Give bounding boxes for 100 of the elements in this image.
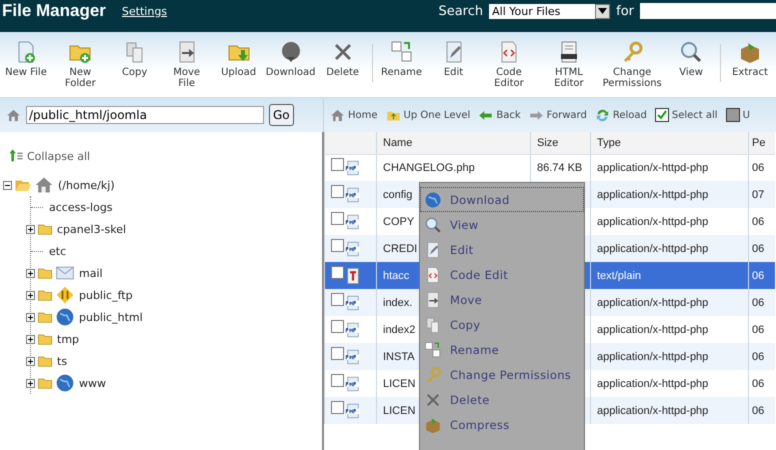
file-permissions: 06	[752, 404, 764, 416]
checkbox[interactable]	[331, 239, 344, 252]
checkbox[interactable]	[726, 108, 740, 122]
toolbar-button[interactable]: HTML Editor	[538, 40, 600, 89]
home-icon	[330, 108, 345, 122]
expand-toggle-icon[interactable]	[26, 356, 35, 366]
column-header[interactable]: Size	[530, 132, 590, 154]
file-permissions: 06	[752, 242, 764, 254]
tree-item[interactable]: access-logs	[49, 200, 113, 214]
menu-item[interactable]: Change Permissions	[420, 362, 584, 387]
tree-item[interactable]: etc	[49, 244, 66, 258]
menu-item[interactable]: View	[420, 212, 584, 237]
nav-link[interactable]: Forward	[546, 110, 587, 120]
column-header[interactable]: Type	[590, 132, 748, 154]
expand-toggle-icon[interactable]	[26, 312, 35, 322]
globe-icon	[55, 373, 75, 393]
menu-item[interactable]: Compress	[420, 412, 584, 437]
checkbox[interactable]	[331, 401, 344, 414]
nav-link[interactable]: Up One Level	[404, 110, 470, 120]
reload-icon	[594, 108, 610, 122]
collapse-toggle-icon[interactable]	[3, 180, 12, 190]
checkbox[interactable]	[331, 293, 344, 306]
menu-item[interactable]: Download	[420, 187, 584, 212]
search-label: Search	[438, 4, 484, 18]
file-name: htacc	[383, 270, 410, 282]
menu-item[interactable]: Edit	[420, 237, 584, 262]
settings-link[interactable]: Settings	[122, 4, 168, 18]
php-file-icon	[344, 375, 362, 393]
checkbox[interactable]	[331, 185, 344, 198]
expand-toggle-icon[interactable]	[26, 290, 35, 300]
toolbar-button[interactable]: Copy	[108, 40, 161, 78]
file-name: LICEN	[383, 378, 416, 390]
file-type: application/x-httpd-php	[597, 378, 708, 390]
toolbar-button[interactable]: Change Permissions	[599, 40, 666, 89]
file-name: index.	[383, 296, 412, 308]
file-name: INSTA	[383, 350, 415, 362]
checkbox[interactable]	[331, 320, 344, 333]
toolbar-button[interactable]: New File	[0, 40, 52, 78]
expand-toggle-icon[interactable]	[26, 334, 35, 344]
file-type: application/x-httpd-php	[597, 350, 708, 362]
collapse-all-link[interactable]: Collapse all	[27, 150, 90, 162]
checkbox[interactable]	[331, 158, 344, 172]
php-file-icon	[344, 213, 362, 231]
nav-link[interactable]: Home	[348, 110, 378, 120]
file-permissions: 06	[752, 162, 764, 174]
toolbar-button[interactable]: Download	[264, 40, 317, 78]
tree-item[interactable]: www	[79, 376, 106, 390]
path-field[interactable]: /public_html/joomla	[26, 106, 264, 124]
column-header[interactable]: Name	[376, 132, 530, 154]
checkbox[interactable]	[331, 374, 344, 387]
tree-item[interactable]: (/home/kj)	[58, 178, 115, 192]
menu-item[interactable]: Delete	[420, 387, 584, 412]
toolbar-button[interactable]: Delete	[316, 40, 369, 78]
file-name: LICEN	[383, 404, 416, 416]
menu-item[interactable]: Copy	[420, 312, 584, 337]
toolbar-button[interactable]: Extract	[724, 40, 776, 78]
toolbar-button[interactable]: Move File	[160, 40, 213, 89]
file-permissions: 06	[752, 350, 764, 362]
checkbox[interactable]	[331, 212, 344, 225]
tree-item[interactable]: ts	[57, 354, 68, 368]
file-name: config	[383, 188, 412, 200]
tree-item[interactable]: cpanel3-skel	[57, 222, 126, 236]
column-header[interactable]: Pe	[748, 132, 774, 154]
toolbar-button[interactable]: Code Editor	[480, 40, 538, 89]
checkbox[interactable]	[331, 266, 344, 279]
box-icon	[738, 40, 762, 64]
checkbox[interactable]	[331, 347, 344, 360]
toolbar-button[interactable]: Upload	[212, 40, 265, 78]
toolbar-button[interactable]: Rename	[376, 40, 428, 78]
expand-toggle-icon[interactable]	[26, 224, 35, 234]
search-scope-dropdown[interactable]: All Your Files	[489, 4, 610, 18]
nav-link[interactable]: U	[742, 110, 750, 120]
file-type: text/plain	[597, 270, 642, 282]
toolbar-button[interactable]: Edit	[428, 40, 480, 78]
tree-item[interactable]: public_html	[79, 310, 143, 324]
menu-item[interactable]: Move	[420, 287, 584, 312]
nav-link[interactable]: Back	[496, 110, 521, 120]
toolbar-button[interactable]: New Folder	[52, 40, 109, 89]
php-file-icon	[344, 294, 362, 312]
checkbox[interactable]	[654, 108, 669, 122]
file-type: application/x-httpd-php	[597, 188, 708, 200]
file-type: application/x-httpd-php	[597, 162, 708, 174]
tree-item[interactable]: mail	[79, 266, 103, 280]
file-size: 86.74 KB	[537, 162, 582, 174]
expand-toggle-icon[interactable]	[26, 378, 35, 388]
nav-link[interactable]: Select all	[672, 110, 718, 120]
file-type: application/x-httpd-php	[597, 242, 708, 254]
expand-toggle-icon[interactable]	[26, 268, 35, 278]
file-permissions: 06	[752, 296, 764, 308]
toolbar-button[interactable]: View	[665, 40, 718, 78]
tree-item[interactable]: public_ftp	[79, 288, 133, 302]
file-type: application/x-httpd-php	[597, 296, 708, 308]
file-type: application/x-httpd-php	[597, 216, 708, 228]
search-field[interactable]	[640, 3, 776, 19]
go-button[interactable]: Go	[269, 104, 294, 126]
nav-link[interactable]: Reload	[612, 110, 647, 120]
menu-item[interactable]: Code Edit	[420, 262, 584, 287]
menu-item[interactable]: Rename	[420, 337, 584, 362]
file-type: application/x-httpd-php	[597, 324, 708, 336]
tree-item[interactable]: tmp	[57, 332, 80, 346]
